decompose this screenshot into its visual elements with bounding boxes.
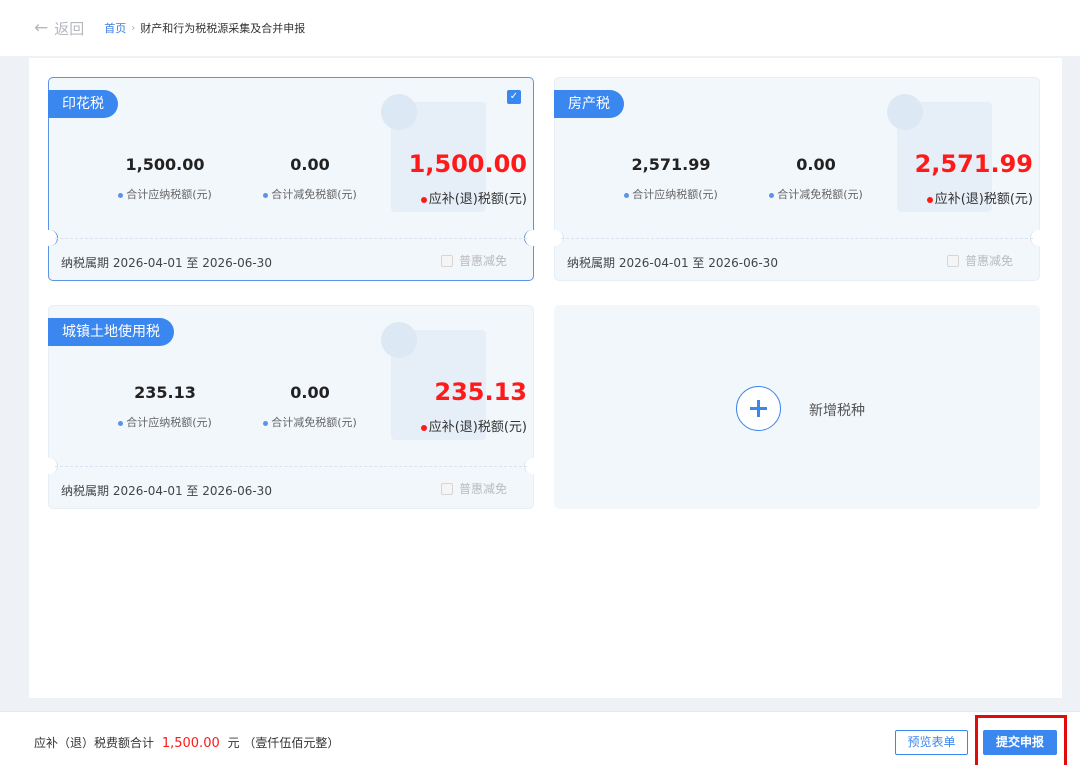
- bullet-icon: [926, 196, 933, 203]
- main-panel: 印花税 ✓ 1,500.00 合计应纳税额(元) 0.00 合计减免税额(元) …: [29, 58, 1062, 698]
- exempt-amount: 0.00: [290, 155, 330, 174]
- refund-label: 应补(退)税额(元): [420, 188, 527, 207]
- checkbox-disabled-icon: [440, 482, 453, 495]
- payable-label: 合计应纳税额(元): [90, 414, 240, 430]
- dashed-divider: [561, 238, 1033, 239]
- bullet-icon: [420, 424, 427, 431]
- exempt-amount: 0.00: [290, 383, 330, 402]
- refund-label: 应补(退)税额(元): [420, 416, 527, 435]
- tax-card-property[interactable]: 房产税 2,571.99 合计应纳税额(元) 0.00 合计减免税额(元) 2,…: [554, 77, 1040, 281]
- payable-label: 合计应纳税额(元): [596, 186, 746, 202]
- submit-declaration-button[interactable]: 提交申报: [983, 730, 1057, 755]
- refund-label: 应补(退)税额(元): [926, 188, 1033, 207]
- total-summary: 应补（退）税费额合计 1,500.00 元 （壹仟伍佰元整）: [34, 734, 339, 751]
- breadcrumb-current: 财产和行为税税源采集及合并申报: [140, 22, 306, 35]
- back-button[interactable]: ← 返回: [34, 18, 84, 39]
- total-label: 应补（退）税费额合计: [34, 736, 155, 750]
- payable-amount: 1,500.00: [125, 155, 205, 174]
- back-label: 返回: [54, 19, 85, 38]
- add-tax-type-label: 新增税种: [809, 403, 865, 419]
- checkbox-disabled-icon: [440, 254, 453, 267]
- bullet-icon: [420, 196, 427, 203]
- tax-card-title: 印花税: [48, 90, 118, 118]
- top-bar: ← 返回 首页 › 财产和行为税税源采集及合并申报: [0, 0, 1080, 56]
- refund-amount: 235.13: [434, 378, 527, 406]
- relief-checkbox[interactable]: 普惠减免: [946, 252, 1013, 269]
- add-tax-type-button[interactable]: 新增税种: [554, 305, 1040, 509]
- refund-amount: 2,571.99: [914, 150, 1033, 178]
- plus-circle-icon[interactable]: [736, 386, 781, 431]
- tax-period: 纳税属期 2026-04-01 至 2026-06-30: [61, 256, 272, 270]
- arrow-left-icon: ←: [34, 18, 49, 38]
- dashed-divider: [55, 466, 527, 467]
- relief-checkbox[interactable]: 普惠减免: [440, 480, 507, 497]
- tax-period: 纳税属期 2026-04-01 至 2026-06-30: [61, 484, 272, 498]
- checkbox-checked-icon[interactable]: ✓: [507, 90, 521, 104]
- breadcrumb-home-link[interactable]: 首页: [104, 20, 126, 36]
- dashed-divider: [55, 238, 527, 239]
- footer-bar: 应补（退）税费额合计 1,500.00 元 （壹仟伍佰元整） 预览表单 提交申报: [0, 711, 1080, 765]
- chevron-right-icon: ›: [131, 22, 136, 34]
- tax-period: 纳税属期 2026-04-01 至 2026-06-30: [567, 256, 778, 270]
- bullet-icon: [118, 420, 124, 426]
- total-amount: 1,500.00: [161, 736, 220, 751]
- exempt-label: 合计减免税额(元): [235, 414, 385, 430]
- bullet-icon: [263, 420, 269, 426]
- payable-amount: 235.13: [134, 383, 196, 402]
- relief-checkbox[interactable]: 普惠减免: [440, 252, 507, 269]
- bullet-icon: [118, 192, 124, 198]
- refund-amount: 1,500.00: [408, 150, 527, 178]
- bullet-icon: [624, 192, 630, 198]
- bullet-icon: [263, 192, 269, 198]
- checkbox-disabled-icon: [946, 254, 959, 267]
- exempt-label: 合计减免税额(元): [741, 186, 891, 202]
- total-unit: 元: [227, 736, 240, 750]
- exempt-label: 合计减免税额(元): [235, 186, 385, 202]
- tax-card-stamp[interactable]: 印花税 ✓ 1,500.00 合计应纳税额(元) 0.00 合计减免税额(元) …: [48, 77, 534, 281]
- payable-label: 合计应纳税额(元): [90, 186, 240, 202]
- total-in-words: （壹仟伍佰元整）: [243, 736, 340, 750]
- tax-card-title: 房产税: [554, 90, 624, 118]
- payable-amount: 2,571.99: [631, 155, 711, 174]
- breadcrumb: 首页 › 财产和行为税税源采集及合并申报: [104, 20, 305, 36]
- tax-card-land-use[interactable]: 城镇土地使用税 235.13 合计应纳税额(元) 0.00 合计减免税额(元) …: [48, 305, 534, 509]
- bullet-icon: [769, 192, 775, 198]
- preview-form-button[interactable]: 预览表单: [895, 730, 968, 755]
- exempt-amount: 0.00: [796, 155, 836, 174]
- tax-card-title: 城镇土地使用税: [48, 318, 174, 346]
